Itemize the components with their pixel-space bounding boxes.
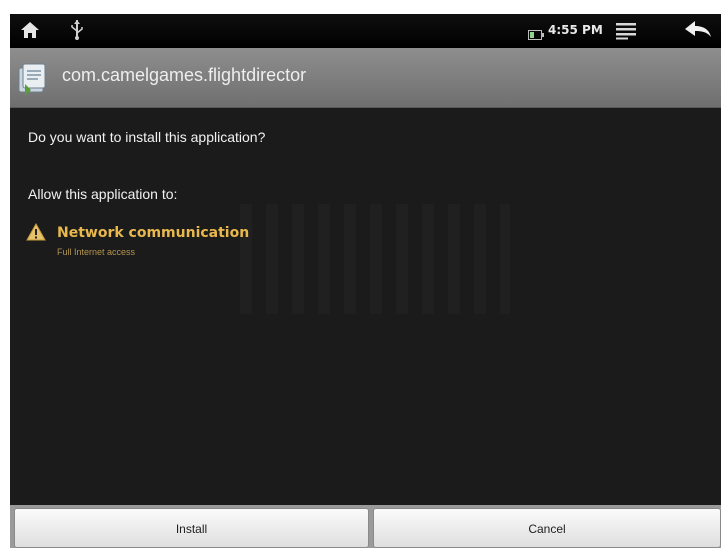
home-icon[interactable] <box>20 20 40 44</box>
title-bar: com.camelgames.flightdirector <box>10 48 721 108</box>
install-screen: 4:55 PM com.camelgames.flightdirector Do… <box>10 14 721 548</box>
status-bar: 4:55 PM <box>10 14 721 48</box>
back-arrow-icon[interactable] <box>683 20 713 44</box>
install-button[interactable]: Install <box>14 508 369 548</box>
usb-icon <box>70 19 84 45</box>
battery-icon <box>528 25 544 44</box>
warning-icon <box>26 222 46 245</box>
permissions-heading: Allow this application to: <box>28 186 178 202</box>
permission-title: Network communication <box>57 225 250 241</box>
package-installer-icon <box>16 62 50 100</box>
menu-icon[interactable] <box>615 22 637 44</box>
button-bar: Install Cancel <box>10 505 721 548</box>
background-watermark <box>240 204 510 314</box>
package-name: com.camelgames.flightdirector <box>62 65 307 85</box>
cancel-button[interactable]: Cancel <box>373 508 721 548</box>
permission-description: Full Internet access <box>57 247 136 257</box>
status-time: 4:55 PM <box>548 23 603 37</box>
install-question: Do you want to install this application? <box>28 129 266 145</box>
